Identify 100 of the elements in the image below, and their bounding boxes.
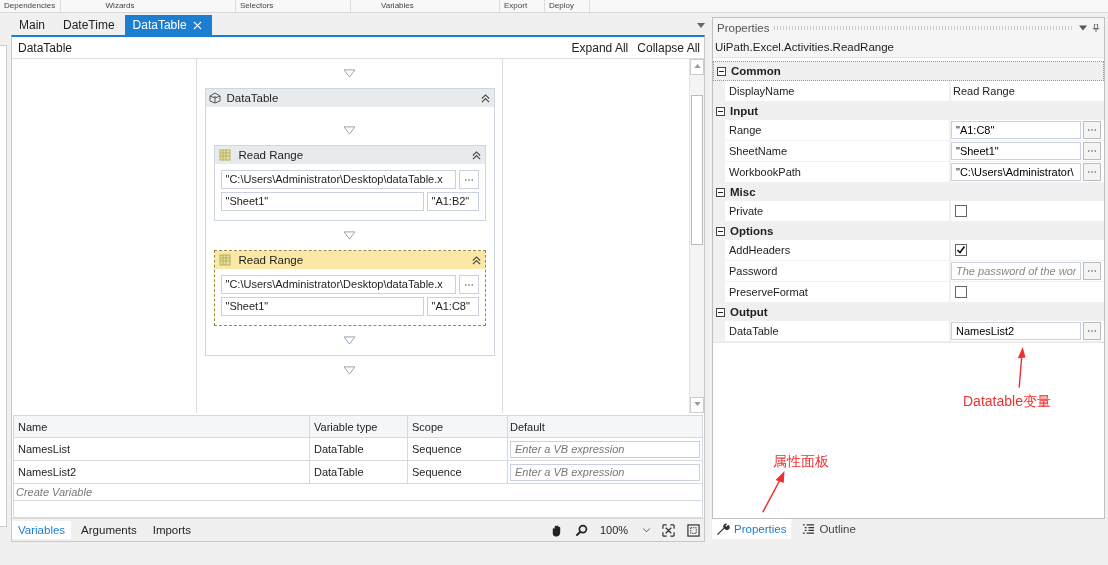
dropdown-icon[interactable]: [697, 23, 705, 28]
sequence-title: DataTable: [226, 92, 279, 104]
category-label: Output: [730, 306, 768, 318]
category-label: Common: [731, 65, 781, 77]
collapse-icon[interactable]: [716, 106, 725, 116]
ribbon-group-label: Variables: [351, 0, 500, 12]
annotation-arrow: [761, 471, 787, 513]
sheet-name-field[interactable]: "Sheet1": [220, 192, 424, 211]
search-icon[interactable]: [575, 523, 588, 537]
activity-type-name: UiPath.Excel.Activities.ReadRange: [713, 37, 1104, 58]
overview-icon[interactable]: [687, 523, 700, 537]
spreadsheet-icon: [218, 254, 231, 266]
table-cell: DataTable: [310, 438, 408, 460]
vertical-scrollbar[interactable]: [689, 59, 704, 413]
caret-icon: [643, 527, 650, 533]
sequence-header[interactable]: DataTable: [205, 89, 494, 107]
table-cell: NamesList: [14, 438, 310, 460]
property-name: DisplayName: [725, 81, 949, 101]
collapse-icon[interactable]: [717, 66, 726, 76]
column-header: Scope: [408, 416, 508, 437]
collapse-icon[interactable]: [716, 187, 725, 197]
collapse-all-link[interactable]: Collapse All: [637, 40, 700, 55]
column-header: Default: [509, 419, 546, 435]
close-icon[interactable]: [192, 20, 202, 30]
property-name: DataTable: [725, 321, 949, 341]
column-header: Variable type: [310, 416, 408, 437]
table-cell: Sequence: [408, 438, 508, 460]
property-field[interactable]: "Sheet1": [951, 142, 1081, 160]
create-variable-row[interactable]: Create Variable: [14, 484, 702, 501]
default-value-field[interactable]: Enter a VB expression: [510, 463, 700, 481]
table-cell: Sequence: [408, 461, 508, 483]
fit-screen-icon[interactable]: [662, 523, 675, 537]
default-value-field[interactable]: Enter a VB expression: [510, 440, 700, 458]
range-field[interactable]: "A1:B2": [426, 192, 479, 211]
ribbon-group-label: Deploy: [545, 0, 590, 12]
drop-arrow-icon: [343, 69, 356, 78]
property-name: AddHeaders: [725, 240, 949, 260]
workbook-path-field[interactable]: "C:\Users\Administrator\Desktop\dataTable.x: [220, 275, 456, 294]
document-tab[interactable]: Main: [11, 15, 55, 35]
category-label: Options: [730, 225, 774, 237]
activity-title: Read Range: [238, 254, 304, 266]
collapse-icon[interactable]: [471, 255, 481, 265]
document-tab[interactable]: DataTable: [124, 15, 212, 35]
pin-icon[interactable]: [1092, 23, 1100, 32]
hand-icon[interactable]: [550, 523, 563, 537]
category-label: Input: [730, 105, 759, 117]
spreadsheet-icon: [218, 149, 231, 161]
panel-tab[interactable]: Imports: [146, 521, 198, 539]
panel-tab[interactable]: Variables: [12, 521, 72, 539]
property-field[interactable]: "C:\Users\Administrator\: [951, 163, 1081, 181]
property-name: Password: [725, 261, 949, 281]
ellipsis-icon: [464, 283, 473, 286]
panel-tab[interactable]: Properties: [712, 519, 792, 539]
property-field[interactable]: NamesList2: [951, 322, 1081, 340]
collapse-icon[interactable]: [716, 226, 725, 236]
ribbon-group-label: Selectors: [236, 0, 351, 12]
checkbox[interactable]: [955, 205, 967, 217]
document-tab[interactable]: DateTime: [55, 15, 125, 35]
checkbox[interactable]: [955, 244, 967, 256]
ellipsis-icon: [464, 178, 473, 181]
activity-title: Read Range: [238, 149, 304, 161]
panel-title: Properties: [717, 21, 770, 34]
breadcrumb: DataTable: [18, 40, 73, 55]
panel-tab[interactable]: Outline: [797, 519, 861, 539]
sheet-name-field[interactable]: "Sheet1": [220, 297, 424, 316]
property-name: PreserveFormat: [725, 282, 949, 302]
activity-card[interactable]: Read Range "C:\Users\Administrator\Desktop\dataTable.x "Sheet1" "A1:B2": [213, 145, 486, 221]
table-cell: NamesList2: [14, 461, 310, 483]
property-field[interactable]: "A1:C8": [951, 121, 1081, 139]
property-name: Range: [725, 120, 949, 140]
scroll-up-icon[interactable]: [693, 64, 701, 68]
workbook-path-field[interactable]: "C:\Users\Administrator\Desktop\dataTable.x: [220, 170, 456, 189]
property-name: Private: [725, 201, 949, 221]
panel-tab[interactable]: Arguments: [75, 521, 143, 539]
ribbon-group-label: Dependencies: [0, 0, 61, 12]
property-name: WorkbookPath: [725, 162, 949, 182]
property-field[interactable]: The password of the wor: [951, 262, 1081, 280]
activity-card[interactable]: Read Range "C:\Users\Administrator\Desktop\dataTable.x "Sheet1" "A1:C8": [213, 250, 486, 326]
collapse-icon[interactable]: [716, 307, 725, 317]
collapse-icon[interactable]: [471, 150, 481, 160]
ribbon-group-label: Export: [500, 0, 545, 12]
drop-arrow-icon: [343, 126, 356, 135]
expand-all-link[interactable]: Expand All: [571, 40, 629, 55]
column-header: Name: [14, 416, 310, 437]
category-label: Misc: [730, 186, 756, 198]
wrench-icon: [717, 522, 730, 536]
collapse-icon[interactable]: [480, 93, 490, 103]
dropdown-icon[interactable]: [1079, 23, 1087, 32]
scroll-down-icon[interactable]: [693, 402, 701, 406]
sequence-icon: [208, 92, 221, 104]
zoom-dropdown[interactable]: 100%: [596, 524, 654, 536]
annotation-label: 属性面板: [773, 453, 829, 471]
outline-icon: [802, 522, 816, 536]
checkbox[interactable]: [955, 286, 967, 298]
property-name: SheetName: [725, 141, 949, 161]
ribbon-group-label: Wizards: [61, 0, 236, 12]
drop-arrow-icon: [343, 231, 356, 240]
range-field[interactable]: "A1:C8": [426, 297, 479, 316]
annotation-label: Datatable变量: [963, 393, 1051, 411]
table-cell: DataTable: [310, 461, 408, 483]
